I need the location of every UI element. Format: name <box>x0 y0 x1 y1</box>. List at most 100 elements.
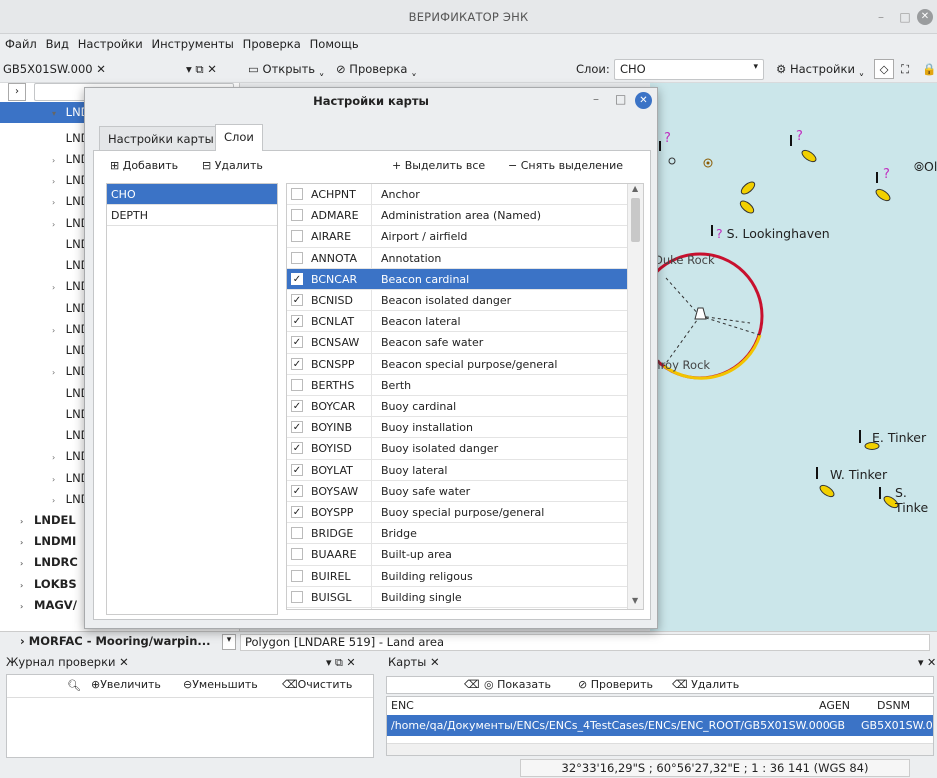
deselect-button[interactable]: − Снять выделение <box>508 159 623 172</box>
object-class-row[interactable]: ADMARE Administration area (Named) <box>287 205 627 227</box>
expand-arrow-icon[interactable]: › <box>8 83 26 101</box>
checkbox[interactable]: ✓ <box>291 400 303 412</box>
chevron-down-icon-tree[interactable]: ▾ <box>52 103 62 124</box>
checkbox[interactable]: ✓ <box>291 421 303 434</box>
col-agen[interactable]: AGEN <box>819 699 850 712</box>
object-class-row[interactable]: ✓ BCNLAT Beacon lateral <box>287 311 627 333</box>
checkbox[interactable]: ✓ <box>291 315 303 328</box>
scroll-up-icon[interactable]: ▲ <box>632 184 638 193</box>
tree-bottom-item[interactable]: › MORFAC - Mooring/warpin... <box>20 634 210 648</box>
tab-layers[interactable]: Слои <box>215 124 263 151</box>
chevron-right-icon[interactable]: › <box>52 362 62 383</box>
tree-item[interactable]: LND <box>0 128 90 149</box>
open-button[interactable]: ▭ Открыть ˬ <box>248 62 325 76</box>
chevron-right-icon[interactable]: › <box>52 214 62 235</box>
menu-tools[interactable]: Инструменты <box>147 34 234 51</box>
delete-button[interactable]: ⌫ Удалить <box>672 678 739 691</box>
object-class-row[interactable]: AIRARE Airport / airfield <box>287 226 627 248</box>
maximize-icon-2[interactable]: □ <box>615 92 626 106</box>
object-class-row[interactable]: ✓ BOYSAW Buoy safe water <box>287 481 627 502</box>
horizontal-scrollbar[interactable] <box>387 743 933 755</box>
object-class-row[interactable]: ✓ BCNCAR Beacon cardinal <box>287 268 627 290</box>
show-button[interactable]: ◎ Показать <box>484 678 551 691</box>
checkbox[interactable] <box>291 527 303 540</box>
object-class-row[interactable]: ✓ BCNISD Beacon isolated danger <box>287 290 627 312</box>
zoom-in-button[interactable]: ⊕Увеличить <box>91 678 161 691</box>
col-dsnm[interactable]: DSNM <box>877 699 910 712</box>
clear-filter-icon[interactable]: ⌫ <box>464 678 480 691</box>
zoom-out-button[interactable]: ⊖Уменьшить <box>183 678 258 691</box>
scroll-thumb[interactable] <box>631 198 640 242</box>
tree-item[interactable]: › LNDRC <box>0 552 78 573</box>
tree-item[interactable]: LND <box>0 425 90 446</box>
object-class-row[interactable]: ANNOTA Annotation <box>287 248 627 269</box>
clear-button[interactable]: ⌫Очистить <box>282 678 352 691</box>
object-class-row[interactable]: BUAARE Built-up area <box>287 544 627 566</box>
checkbox[interactable] <box>291 548 303 561</box>
panel-controls-icon[interactable]: ▾ ⧉ ✕ <box>326 656 356 670</box>
chevron-right-icon[interactable]: › <box>52 469 62 490</box>
object-class-list[interactable]: ACHPNT Anchor ADMARE Administration area (N… <box>286 183 644 610</box>
checkbox[interactable]: ✓ <box>291 294 303 306</box>
left-tab-title[interactable]: GB5X01SW.000 ✕ <box>3 62 106 76</box>
chevron-right-icon[interactable]: › <box>52 150 62 171</box>
tree-item[interactable]: LND <box>0 404 90 425</box>
tree-item[interactable]: LND <box>0 340 90 361</box>
tree-item[interactable]: LND <box>0 383 90 404</box>
chevron-right-icon[interactable]: › <box>20 553 30 574</box>
object-class-row[interactable]: ✓ BCNSPP Beacon special purpose/general <box>287 354 627 375</box>
chevron-right-icon[interactable]: › <box>52 447 62 468</box>
log-panel-title[interactable]: Журнал проверки ✕ <box>0 652 380 673</box>
object-class-row[interactable]: ✓ BOYINB Buoy installation <box>287 417 627 439</box>
checkbox[interactable]: ✓ <box>291 506 303 518</box>
chevron-right-icon[interactable]: › <box>20 532 30 553</box>
scroll-down-icon[interactable]: ▼ <box>632 596 638 605</box>
checkbox[interactable] <box>291 590 303 603</box>
menu-view[interactable]: Вид <box>41 34 69 51</box>
pan-tool-icon[interactable]: ◇ <box>874 59 894 79</box>
add-button[interactable]: ⊞ Добавить <box>110 159 178 172</box>
tree-item[interactable]: › LNDMI <box>0 531 76 552</box>
checkbox[interactable]: ✓ <box>291 336 303 349</box>
tree-item[interactable]: › LNDEL <box>0 510 76 531</box>
chevron-right-icon[interactable]: › <box>20 596 30 617</box>
tree-item[interactable]: LND <box>0 234 90 255</box>
tree-item[interactable]: › LND <box>0 489 90 510</box>
chevron-right-icon[interactable]: › <box>20 511 30 532</box>
menu-file[interactable]: Файл <box>0 34 37 51</box>
verify-button[interactable]: ⊘ Проверить <box>578 678 653 691</box>
layer-list[interactable]: CHO DEPTH <box>106 183 278 615</box>
chevron-down-icon-2[interactable]: ▾ <box>222 634 236 650</box>
chevron-right-icon[interactable]: › <box>52 320 62 341</box>
tree-item[interactable]: › LND <box>0 361 90 382</box>
chevron-right-icon[interactable]: › <box>52 192 62 213</box>
tree-item[interactable]: › LOKBS <box>0 574 77 595</box>
tree-item[interactable]: LND <box>0 255 90 276</box>
object-class-row[interactable]: BUISGL Building single <box>287 587 627 608</box>
tree-item[interactable]: › LND <box>0 213 90 234</box>
lock-icon[interactable]: 🔒 <box>922 62 936 76</box>
tree-item[interactable]: LND <box>0 298 90 319</box>
maps-panel-title[interactable]: Карты ✕ <box>382 652 937 673</box>
chevron-right-icon[interactable]: › <box>52 490 62 511</box>
chevron-right-icon[interactable]: › <box>52 277 62 298</box>
checkbox[interactable]: ✓ <box>291 272 303 285</box>
vertical-scrollbar[interactable]: ▲ ▼ <box>627 184 643 609</box>
chart-map-canvas[interactable]: ? ? ? ⦾Ol ? S. Lookinghaven Duke Rock Il… <box>650 83 937 631</box>
object-class-row[interactable]: ✓ BOYLAT Buoy lateral <box>287 460 627 481</box>
panel-controls-icon-2[interactable]: ▾ ✕ <box>918 656 936 669</box>
tree-item[interactable]: › LND <box>0 446 90 467</box>
checkbox[interactable] <box>291 251 303 264</box>
object-class-row[interactable]: ✓ BOYISD Buoy isolated danger <box>287 438 627 460</box>
object-class-row[interactable]: BERTHS Berth <box>287 375 627 396</box>
tree-item[interactable]: › LND <box>0 276 90 297</box>
minimize-icon[interactable]: – <box>872 8 890 26</box>
tab-menu-chevron-icon[interactable]: ▾ ⧉ ✕ <box>186 62 217 77</box>
tree-item[interactable]: › LND <box>0 191 90 212</box>
checkbox[interactable]: ✓ <box>291 357 303 370</box>
layer-item-cho[interactable]: CHO <box>107 184 277 205</box>
layers-select[interactable]: CHO ▾ <box>614 59 764 80</box>
log-area[interactable]: 🔍︎ ⊕Увеличить ⊖Уменьшить ⌫Очистить <box>6 674 374 758</box>
tree-item[interactable]: › MAGV/ <box>0 595 77 616</box>
zoom-fit-icon[interactable]: ⛶ <box>901 62 909 77</box>
